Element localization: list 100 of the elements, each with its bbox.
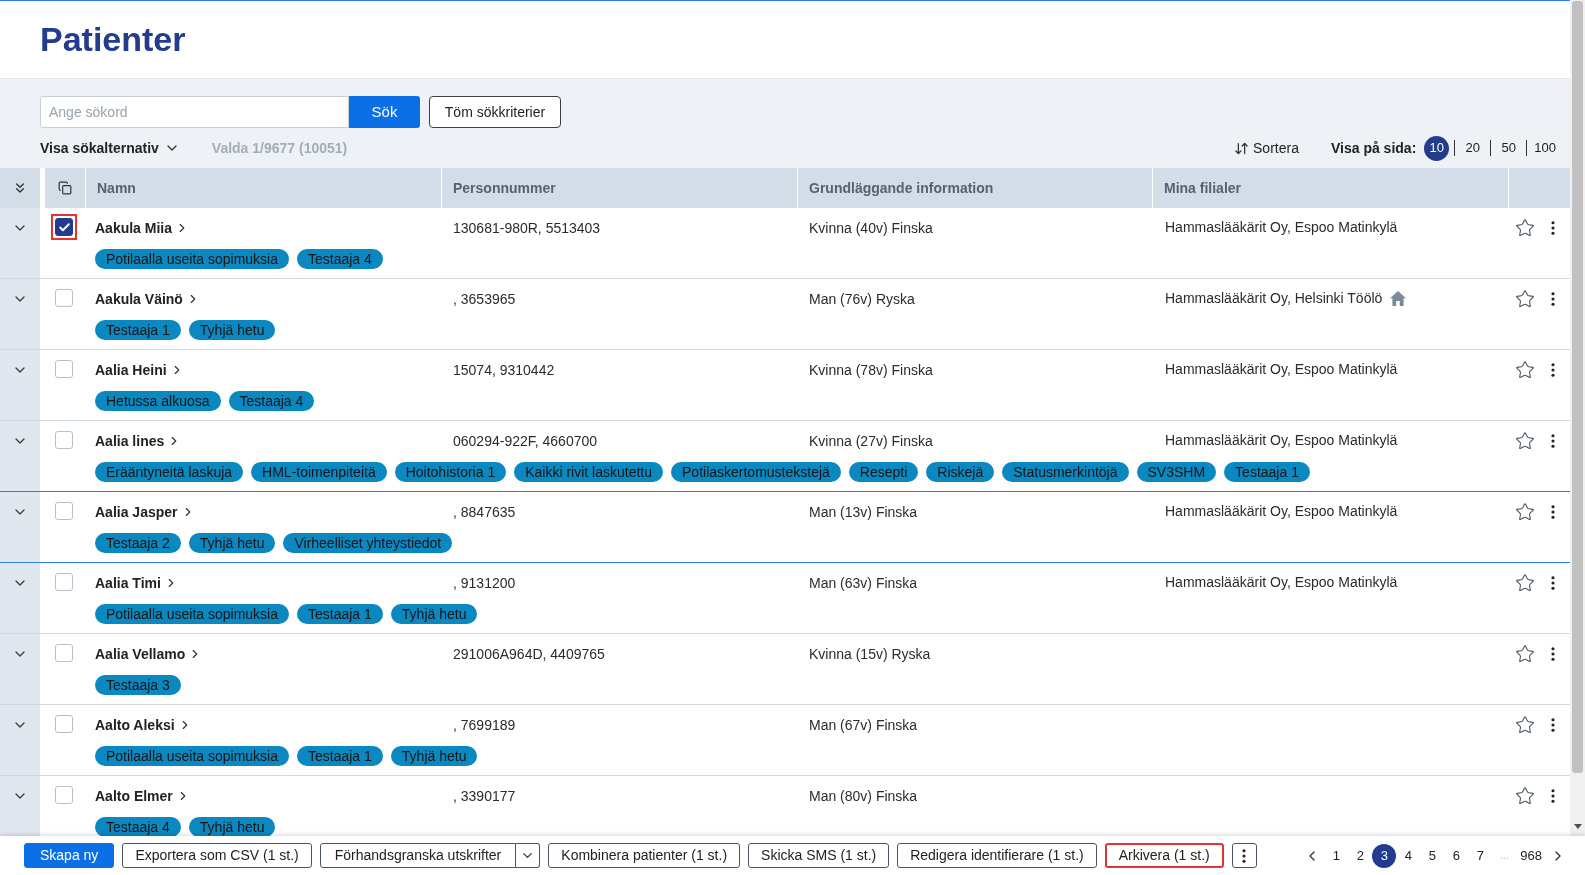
tag: Testaaja 4 <box>95 817 181 836</box>
copy-icon[interactable] <box>58 181 72 195</box>
triangle-down-icon[interactable] <box>1573 824 1582 829</box>
page-button[interactable]: 2 <box>1348 843 1373 868</box>
page-size-option[interactable]: 50 <box>1496 135 1522 161</box>
star-icon[interactable] <box>1515 715 1535 735</box>
toolbar-button[interactable]: Exportera som CSV (1 st.) <box>122 843 312 868</box>
page-size-option[interactable]: 10 <box>1424 135 1450 161</box>
tag: Potilaalla useita sopimuksia <box>95 604 289 624</box>
patient-name-link[interactable]: Aakula Väinö <box>95 288 200 310</box>
scrollbar-thumb[interactable] <box>1572 1 1583 773</box>
scrollbar[interactable] <box>1570 0 1585 836</box>
branch-name: Hammaslääkärit Oy, Espoo Matinkylä <box>1165 501 1398 521</box>
basic-info: Man (63v) Finska <box>809 573 918 593</box>
pagination-ellipsis: ... <box>1498 848 1510 864</box>
search-options-toggle[interactable]: Visa sökalternativ <box>40 137 180 159</box>
toolbar-button[interactable]: Arkivera (1 st.) <box>1104 843 1224 868</box>
sort-button[interactable]: Sortera <box>1234 137 1299 159</box>
tag: Potilaalla useita sopimuksia <box>95 249 289 269</box>
more-icon[interactable] <box>1551 434 1555 448</box>
tag: Riskejä <box>926 462 995 482</box>
page-button[interactable]: 3 <box>1372 843 1397 868</box>
personal-number: , 7699189 <box>453 715 516 735</box>
tag: Tyhjä hetu <box>390 604 478 624</box>
tag: Erääntyneitä laskuja <box>95 462 244 482</box>
basic-info: Man (13v) Finska <box>809 502 918 522</box>
basic-info: Kvinna (40v) Finska <box>809 218 933 238</box>
star-icon[interactable] <box>1515 431 1535 451</box>
clear-button[interactable]: Töm sökkriterier <box>429 96 561 128</box>
branch-name: Hammaslääkärit Oy, Espoo Matinkylä <box>1165 359 1398 379</box>
toolbar-button[interactable]: Redigera identifierare (1 st.) <box>897 843 1097 868</box>
tag: Tyhjä hetu <box>390 746 478 766</box>
tag: Hoitohistoria 1 <box>394 462 507 482</box>
sort-icon <box>1234 140 1250 156</box>
star-icon[interactable] <box>1515 644 1535 664</box>
tag: Kaikki rivit laskutettu <box>514 462 663 482</box>
tag: Testaaja 1 <box>1224 462 1310 482</box>
personal-number: 291006A964D, 4409765 <box>453 644 605 664</box>
more-icon[interactable] <box>1551 363 1555 377</box>
branch-name: Hammaslääkärit Oy, Espoo Matinkylä <box>1165 572 1398 592</box>
page-button[interactable]: 4 <box>1396 843 1421 868</box>
branch-name: Hammaslääkärit Oy, Helsinki Töölö <box>1165 288 1383 308</box>
page-button[interactable]: 1 <box>1324 843 1349 868</box>
page-size-option[interactable]: 20 <box>1460 135 1486 161</box>
page-button[interactable]: 7 <box>1468 843 1493 868</box>
toolbar-button[interactable]: Skicka SMS (1 st.) <box>748 843 890 868</box>
star-icon[interactable] <box>1515 786 1535 806</box>
patient-name-link[interactable]: Aalia Timi <box>95 572 178 594</box>
more-icon[interactable] <box>1551 647 1555 661</box>
column-header: Namn <box>85 168 441 208</box>
tag: Testaaja 2 <box>95 533 181 553</box>
tag: Potilaalla useita sopimuksia <box>95 746 289 766</box>
search-field[interactable]: Ange sökord <box>40 96 349 128</box>
basic-info: Kvinna (15v) Ryska <box>809 644 931 664</box>
patient-name-link[interactable]: Aalto Aleksi <box>95 714 192 736</box>
basic-info: Man (76v) Ryska <box>809 289 915 309</box>
more-icon[interactable] <box>1551 789 1555 803</box>
patient-name-link[interactable]: Aakula Miia <box>95 217 190 239</box>
branch-name: Hammaslääkärit Oy, Espoo Matinkylä <box>1165 430 1398 450</box>
tag: Testaaja 1 <box>297 746 383 766</box>
patient-name-link[interactable]: Aalia Jasper <box>95 501 195 523</box>
star-icon[interactable] <box>1515 502 1535 522</box>
more-button[interactable] <box>1231 843 1257 868</box>
tag: Resepti <box>848 462 919 482</box>
page-button[interactable]: 6 <box>1444 843 1469 868</box>
tag: Tyhjä hetu <box>188 817 276 836</box>
star-icon[interactable] <box>1515 360 1535 380</box>
more-icon[interactable] <box>1551 718 1555 732</box>
more-icon[interactable] <box>1551 221 1555 235</box>
toolbar-button[interactable]: Förhandsgranska utskrifter <box>319 843 517 868</box>
personal-number: 130681-980R, 5513403 <box>453 218 601 238</box>
patient-name-link[interactable]: Aalia lines <box>95 430 182 452</box>
column-header: Grundläggande information <box>797 168 1152 208</box>
tag: Testaaja 1 <box>297 604 383 624</box>
more-icon[interactable] <box>1551 576 1555 590</box>
star-icon[interactable] <box>1515 289 1535 309</box>
toolbar-button[interactable]: Skapa ny <box>24 843 115 868</box>
checkbox[interactable] <box>51 214 77 240</box>
column-header: Personnummer <box>441 168 797 208</box>
page-button[interactable]: 968 <box>1516 843 1546 868</box>
column-header: Mina filialer <box>1152 168 1508 208</box>
dropdown-toggle[interactable] <box>516 843 541 868</box>
search-button[interactable]: Sök <box>349 96 420 128</box>
patient-name-link[interactable]: Aalia Heini <box>95 359 184 381</box>
tag: Statusmerkintöjä <box>1002 462 1129 482</box>
tag: SV3SHM <box>1136 462 1217 482</box>
star-icon[interactable] <box>1515 573 1535 593</box>
page-size-option[interactable]: 100 <box>1532 135 1558 161</box>
toolbar-button[interactable]: Kombinera patienter (1 st.) <box>548 843 741 868</box>
more-icon[interactable] <box>1551 292 1555 306</box>
tag: Testaaja 4 <box>297 249 383 269</box>
page-button[interactable]: 5 <box>1420 843 1445 868</box>
patient-name-link[interactable]: Aalia Vellamo <box>95 643 203 665</box>
more-icon[interactable] <box>1551 505 1555 519</box>
star-icon[interactable] <box>1515 218 1535 238</box>
personal-number: , 3653965 <box>453 289 516 309</box>
page-title: Patienter <box>40 19 186 60</box>
tag: Testaaja 4 <box>228 391 315 411</box>
patient-name-link[interactable]: Aalto Elmer <box>95 785 190 807</box>
basic-info: Kvinna (27v) Finska <box>809 431 933 451</box>
